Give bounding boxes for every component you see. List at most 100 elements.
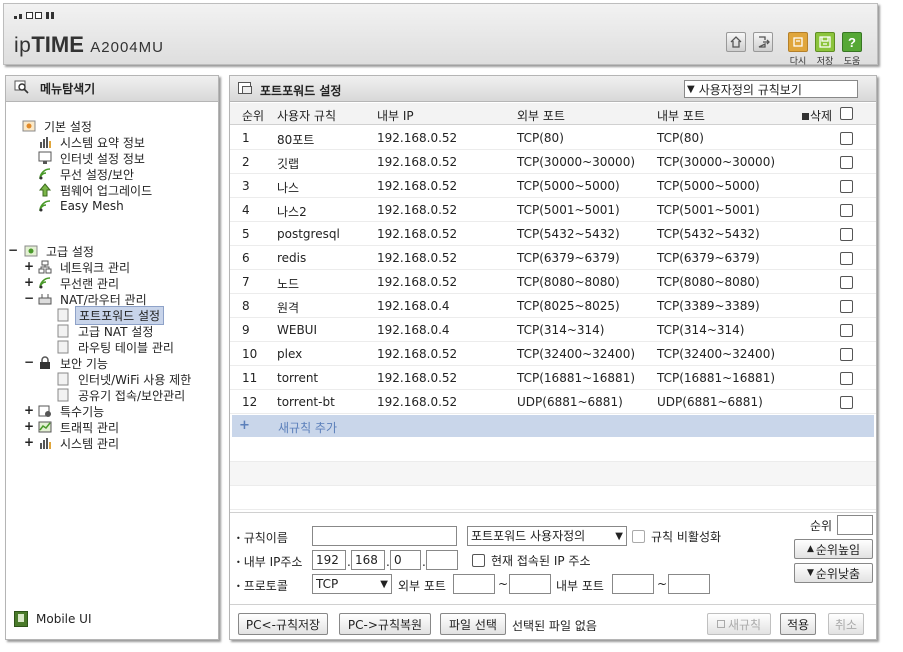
add-rule-row[interactable]: + 새규칙 추가 — [232, 415, 874, 437]
new-rule-button[interactable]: 새규칙 — [707, 613, 771, 635]
collapse-security-toggle[interactable]: − — [24, 355, 34, 369]
save-rules-to-pc-button[interactable]: PC<-규칙저장 — [238, 613, 328, 635]
bottom-toolbar: PC<-규칙저장 PC->규칙복원 파일 선택 선택된 파일 없음 새규칙 적용… — [230, 604, 876, 640]
external-port-start-input[interactable] — [453, 574, 495, 594]
current-ip-checkbox[interactable] — [472, 554, 485, 567]
rank-up-button[interactable]: ▲ 순위높임 — [794, 539, 873, 559]
wireless-icon — [38, 167, 52, 181]
menu-system[interactable]: 시스템 관리 — [38, 435, 122, 451]
menu-internet-info[interactable]: 인터넷 설정 정보 — [38, 150, 148, 166]
menu-basic-settings[interactable]: 기본 설정 — [22, 118, 95, 134]
table-row[interactable]: 4 나스2 192.168.0.52 TCP(5001~5001) TCP(5001~5… — [230, 198, 876, 222]
table-row[interactable]: 1 80포트 192.168.0.52 TCP(80) TCP(80) — [230, 126, 876, 150]
menu-advanced-settings[interactable]: 고급 설정 — [24, 243, 97, 259]
chevron-down-icon: ▼ — [380, 579, 388, 590]
restart-label: 다시 — [789, 57, 807, 67]
menu-port-forward[interactable]: 포트포워드 설정 — [56, 305, 165, 325]
rule-name: 나스 — [277, 181, 300, 195]
traffic-icon — [38, 420, 52, 434]
logout-icon[interactable] — [753, 32, 773, 52]
restart-icon[interactable] — [788, 32, 808, 52]
select-all-checkbox[interactable] — [840, 107, 853, 120]
wireless-icon — [38, 276, 52, 290]
save-icon[interactable] — [815, 32, 835, 52]
ip-octet-3[interactable]: 0 — [390, 550, 421, 570]
expand-system-toggle[interactable]: + — [24, 435, 34, 449]
collapse-nat-toggle[interactable]: − — [24, 291, 34, 305]
ip-octet-2[interactable]: 168 — [351, 550, 385, 570]
expand-wireless-toggle[interactable]: + — [24, 275, 34, 289]
plus-icon: + — [239, 418, 250, 433]
delete-rule-checkbox[interactable] — [840, 276, 853, 289]
menu-network[interactable]: 네트워크 관리 — [38, 259, 133, 275]
rule-internal-port: TCP(8080~8080) — [657, 275, 760, 289]
table-row[interactable]: 3 나스 192.168.0.52 TCP(5000~5000) TCP(5000~50… — [230, 174, 876, 198]
table-row[interactable]: 12 torrent-bt 192.168.0.52 UDP(6881~6881) UD… — [230, 390, 876, 414]
expand-traffic-toggle[interactable]: + — [24, 419, 34, 433]
rule-name-input[interactable] — [312, 526, 457, 546]
delete-rule-checkbox[interactable] — [840, 372, 853, 385]
folder-gear-icon — [24, 244, 38, 258]
rank-down-button[interactable]: ▼ 순위낮춤 — [794, 563, 873, 583]
delete-rule-checkbox[interactable] — [840, 228, 853, 241]
table-row[interactable]: 7 노드 192.168.0.52 TCP(8080~8080) TCP(8080~80… — [230, 270, 876, 294]
menu-internet-wifi-limit[interactable]: 인터넷/WiFi 사용 제한 — [56, 371, 194, 387]
delete-rule-checkbox[interactable] — [840, 204, 853, 217]
table-row[interactable]: 9 WEBUI 192.168.0.4 TCP(314~314) TCP(314~314… — [230, 318, 876, 342]
menu-wireless[interactable]: 무선랜 관리 — [38, 275, 122, 291]
menu-routing-table[interactable]: 라우팅 테이블 관리 — [56, 339, 177, 355]
delete-rule-checkbox[interactable] — [840, 348, 853, 361]
table-row[interactable]: 10 plex 192.168.0.52 TCP(32400~32400) TCP(32… — [230, 342, 876, 366]
preset-select[interactable]: 포트포워드 사용자정의 ▼ — [467, 526, 627, 546]
internal-port-end-input[interactable] — [668, 574, 710, 594]
table-row[interactable]: 5 postgresql 192.168.0.52 TCP(5432~5432) TCP… — [230, 222, 876, 246]
rule-view-select[interactable]: ▼ 사용자정의 규칙보기 — [684, 80, 858, 98]
table-row[interactable]: 8 원격 192.168.0.4 TCP(8025~8025) TCP(3389~338… — [230, 294, 876, 318]
menu-special-features[interactable]: 특수기능 — [38, 403, 107, 419]
external-port-end-input[interactable] — [509, 574, 551, 594]
table-row[interactable]: 11 torrent 192.168.0.52 TCP(16881~16881) TCP… — [230, 366, 876, 390]
rule-name: redis — [277, 251, 307, 265]
menu-wireless-settings[interactable]: 무선 설정/보안 — [38, 166, 137, 182]
menu-easy-mesh[interactable]: Easy Mesh — [38, 198, 127, 214]
menu-advanced-nat[interactable]: 고급 NAT 설정 — [56, 323, 156, 339]
menu-security[interactable]: 보안 기능 — [38, 355, 111, 371]
protocol-select[interactable]: TCP ▼ — [312, 574, 392, 594]
delete-rule-checkbox[interactable] — [840, 252, 853, 265]
menu-traffic[interactable]: 트래픽 관리 — [38, 419, 122, 435]
delete-rule-checkbox[interactable] — [840, 396, 853, 409]
choose-file-button[interactable]: 파일 선택 — [440, 613, 506, 635]
delete-rule-checkbox[interactable] — [840, 180, 853, 193]
table-row[interactable]: 2 깃랩 192.168.0.52 TCP(30000~30000) TCP(30000… — [230, 150, 876, 174]
internal-port-start-input[interactable] — [612, 574, 654, 594]
expand-special-toggle[interactable]: + — [24, 403, 34, 417]
menu-system-summary[interactable]: 시스템 요약 정보 — [38, 134, 148, 150]
minus-box-icon — [802, 113, 809, 120]
apply-button[interactable]: 적용 — [780, 613, 816, 635]
restore-rules-from-pc-button[interactable]: PC->규칙복원 — [339, 613, 431, 635]
rule-external-port: TCP(32400~32400) — [517, 347, 636, 361]
rule-no: 9 — [242, 323, 250, 337]
home-icon[interactable] — [726, 32, 746, 52]
ip-octet-4[interactable] — [426, 550, 458, 570]
ip-octet-1[interactable]: 192 — [312, 550, 346, 570]
disable-rule-checkbox[interactable] — [632, 530, 645, 543]
help-icon[interactable]: ? — [842, 32, 862, 52]
delete-rule-checkbox[interactable] — [840, 156, 853, 169]
cancel-button[interactable]: 취소 — [828, 613, 864, 635]
delete-rule-checkbox[interactable] — [840, 324, 853, 337]
delete-rule-checkbox[interactable] — [840, 132, 853, 145]
rule-external-port: TCP(5000~5000) — [517, 179, 620, 193]
delete-rule-checkbox[interactable] — [840, 300, 853, 313]
collapse-advanced-toggle[interactable]: − — [8, 243, 18, 257]
rule-name: 나스2 — [277, 205, 307, 219]
menu-router-access-security[interactable]: 공유기 접속/보안관리 — [56, 387, 188, 403]
menu-firmware-upgrade[interactable]: 펌웨어 업그레이드 — [38, 182, 155, 198]
page-icon — [56, 340, 70, 354]
mobile-ui-link[interactable]: Mobile UI — [14, 611, 92, 627]
table-row[interactable]: 6 redis 192.168.0.52 TCP(6379~6379) TCP(6379… — [230, 246, 876, 270]
rank-input[interactable] — [837, 515, 873, 535]
plus-box-icon — [716, 620, 725, 628]
expand-network-toggle[interactable]: + — [24, 259, 34, 273]
rule-internal-port: TCP(314~314) — [657, 323, 745, 337]
